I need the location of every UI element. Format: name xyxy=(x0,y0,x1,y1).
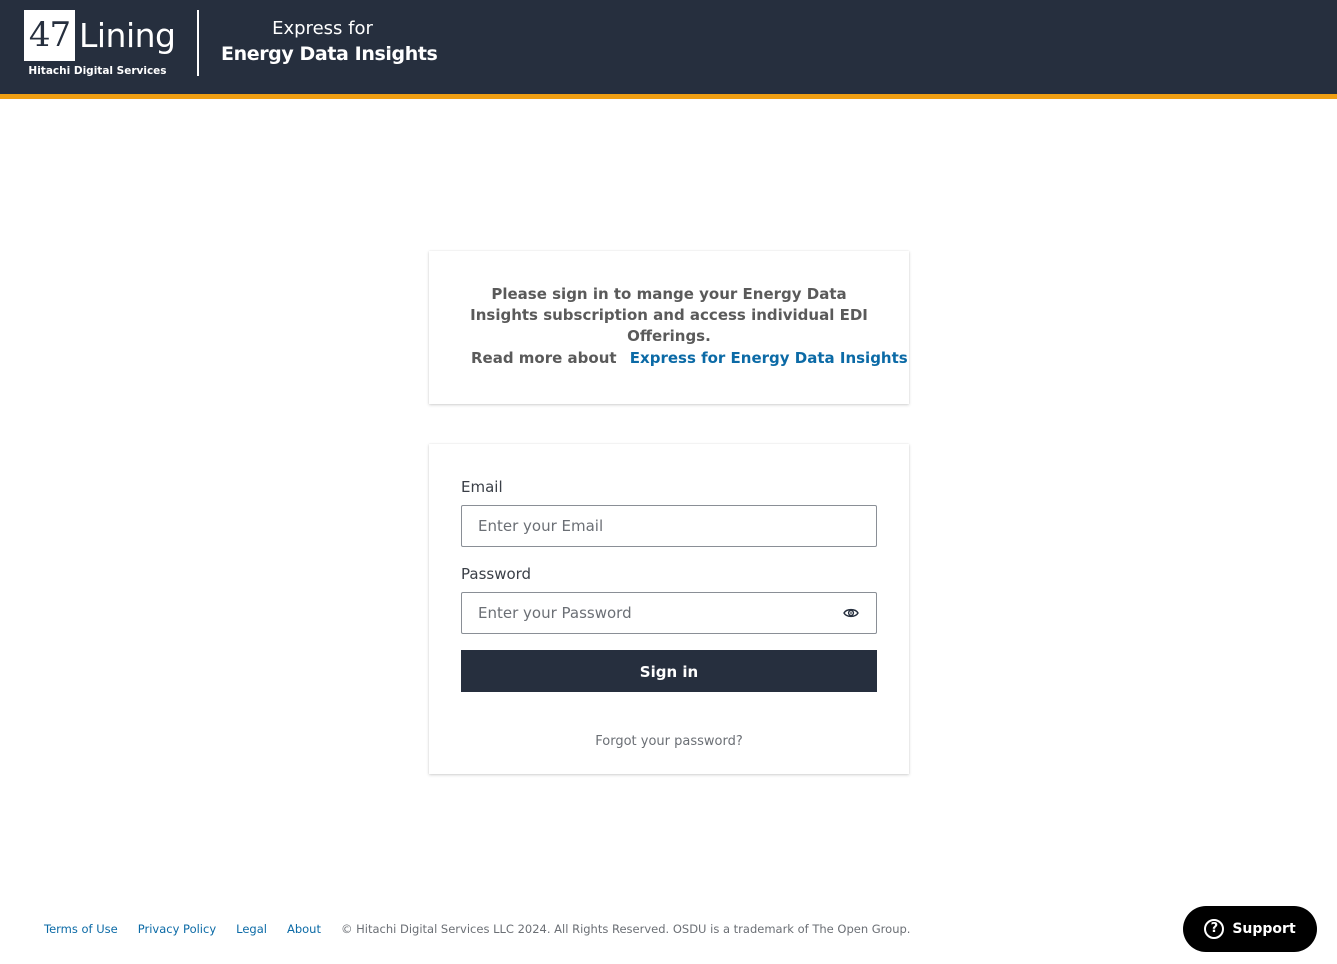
support-label: Support xyxy=(1232,921,1296,937)
email-input[interactable] xyxy=(461,505,877,547)
password-label: Password xyxy=(461,565,532,583)
header-divider xyxy=(197,10,199,76)
app-header: 47 Lining Hitachi Digital Services Expre… xyxy=(0,0,1337,94)
logo-subtitle: Hitachi Digital Services xyxy=(28,65,167,77)
info-card: Please sign in to mange your Energy Data… xyxy=(429,251,909,404)
sign-in-button[interactable]: Sign in xyxy=(461,650,877,692)
logo-wordmark: Lining xyxy=(79,16,176,55)
footer-link-legal[interactable]: Legal xyxy=(236,919,267,939)
read-more-label: Read more about xyxy=(471,349,617,367)
sign-in-message: Please sign in to mange your Energy Data… xyxy=(470,285,868,345)
password-input[interactable] xyxy=(461,592,827,634)
read-more-row: Read more about Express for Energy Data … xyxy=(429,347,909,369)
read-more-link[interactable]: Express for Energy Data Insights xyxy=(630,349,908,367)
footer-link-about[interactable]: About xyxy=(287,919,321,939)
show-password-button[interactable] xyxy=(826,592,877,634)
question-icon: ? xyxy=(1204,919,1225,939)
footer: Terms of Use Privacy Policy Legal About … xyxy=(44,919,910,939)
login-card: Email Password Sign in Forgot your passw… xyxy=(429,444,909,774)
email-label: Email xyxy=(461,478,503,496)
footer-link-terms[interactable]: Terms of Use xyxy=(44,919,118,939)
support-button[interactable]: ? Support xyxy=(1183,906,1317,952)
header-accent-bar xyxy=(0,94,1337,99)
copyright-text: © Hitachi Digital Services LLC 2024. All… xyxy=(340,922,911,936)
forgot-password-link[interactable]: Forgot your password? xyxy=(429,733,909,751)
product-name: Energy Data Insights xyxy=(221,43,438,65)
product-prefix: Express for xyxy=(272,18,373,39)
logo-47-mark: 47 xyxy=(24,10,75,61)
eye-icon xyxy=(843,608,859,618)
footer-link-privacy[interactable]: Privacy Policy xyxy=(138,919,216,939)
